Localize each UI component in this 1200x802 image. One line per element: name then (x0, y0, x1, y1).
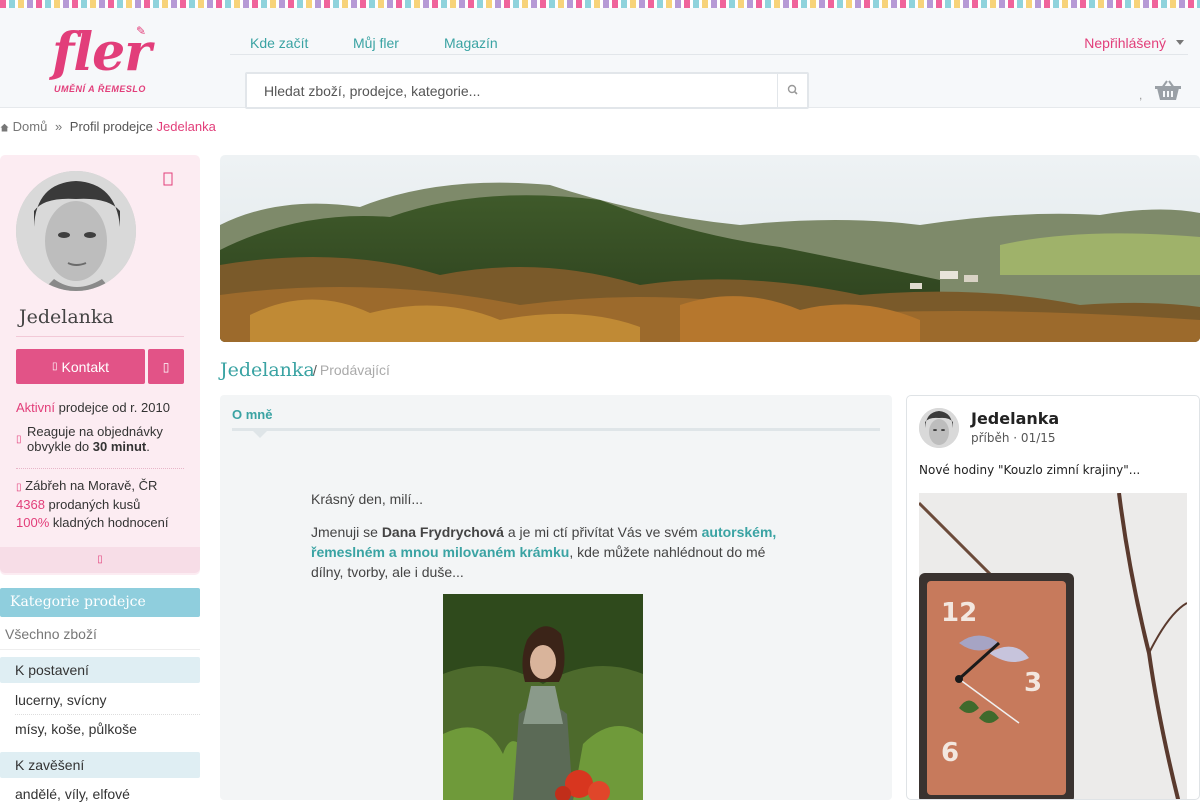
clock-icon: ▯ (16, 434, 22, 445)
about-intro-text: a je mi ctí přivítat Vás ve svém (503, 524, 702, 540)
basket-icon[interactable] (1154, 80, 1182, 102)
story-author: Jedelanka (971, 409, 1060, 428)
sold-label: prodaných kusů (44, 497, 141, 512)
about-photo (443, 594, 643, 800)
svg-text:3: 3 (1024, 668, 1042, 698)
search-button[interactable] (777, 74, 807, 107)
breadcrumb-prefix: Profil prodejce (69, 119, 153, 134)
categories-title: Kategorie prodejce (0, 588, 200, 617)
site-header: fler ✎ UMĚNÍ A ŘEMESLO Kde začít Můj fle… (0, 8, 1200, 109)
rating-label: kladných hodnocení (49, 515, 169, 530)
response-time: 30 minut (92, 439, 147, 454)
svg-text:6: 6 (941, 738, 959, 768)
map-pin-icon: ▯ (16, 482, 22, 493)
about-text: Krásný den, milí... Jmenuji se Dana Fryd… (311, 489, 791, 595)
category-group-k-zaveseni[interactable]: K zavěšení (0, 752, 200, 778)
fler-logo[interactable]: fler ✎ UMĚNÍ A ŘEMESLO (52, 22, 174, 102)
home-icon (0, 123, 9, 132)
envelope-icon: ▯ (52, 361, 58, 372)
about-intro: Jmenuji se Dana Frydrychová a je mi ctí … (311, 522, 791, 582)
profile-role-label: Prodávající (319, 362, 390, 378)
search-icon (787, 84, 798, 95)
story-card[interactable]: Jedelanka příběh · 01/15 Nové hodiny "Ko… (906, 395, 1200, 800)
category-item-misy[interactable]: mísy, koše, půlkoše (15, 721, 137, 737)
profile-role: / Prodávající (313, 362, 390, 378)
cart-count: , (1139, 88, 1143, 102)
seller-card: Jedelanka ▯ Kontakt ▯ Aktivní prodejce o… (0, 155, 200, 575)
status-since: prodejce od r. 2010 (55, 400, 170, 415)
about-tab-rule (232, 428, 880, 431)
about-tab-pointer (253, 431, 267, 438)
svg-text:12: 12 (941, 598, 977, 628)
sold-count: 4368 prodaných kusů (16, 497, 140, 512)
breadcrumb-home[interactable]: Domů (13, 119, 48, 134)
story-meta: příběh · 01/15 (971, 431, 1056, 445)
breadcrumb: Domů » Profil prodejce Jedelanka (0, 119, 216, 134)
category-group-k-postaveni[interactable]: K postavení (0, 657, 200, 683)
location-text: Zábřeh na Moravě, ČR (25, 478, 158, 493)
info-divider (16, 468, 184, 469)
rating-info: 100% kladných hodnocení (16, 515, 169, 530)
seller-location: ▯ Zábřeh na Moravě, ČR (16, 478, 157, 495)
story-caption: Nové hodiny "Kouzlo zimní krajiny"... (919, 463, 1141, 477)
about-author-name: Dana Frydrychová (381, 524, 504, 540)
about-greeting: Krásný den, milí... (311, 491, 424, 507)
seller-card-expand[interactable]: ▯ (0, 547, 200, 573)
rating-percent: 100% (16, 515, 50, 530)
category-divider (15, 714, 200, 715)
category-item-lucerny[interactable]: lucerny, svícny (15, 692, 107, 708)
category-divider (0, 649, 200, 650)
name-divider (16, 336, 184, 337)
contact-button[interactable]: ▯ Kontakt (16, 349, 145, 384)
search-box (245, 72, 809, 109)
response-info: ▯ Reaguje na objednávky obvykle do 30 mi… (16, 424, 163, 454)
contact-label: Kontakt (61, 358, 109, 375)
nav-magazin[interactable]: Magazín (444, 35, 498, 51)
profile-name: Jedelanka (220, 359, 315, 381)
logo-bird-icon: ✎ (136, 24, 147, 38)
share-button[interactable]: ▯ (148, 349, 184, 384)
seller-status: Aktivní prodejce od r. 2010 (16, 400, 170, 415)
about-section: O mně Krásný den, milí... Jmenuji se Dan… (220, 395, 892, 800)
login-dropdown[interactable]: Nepřihlášený (1084, 35, 1166, 51)
status-active: Aktivní (16, 400, 56, 415)
story-image: 12 3 6 (919, 493, 1187, 799)
profile-banner-image (220, 155, 1200, 342)
nav-muj-fler[interactable]: Můj fler (353, 35, 399, 51)
share-icon: ▯ (162, 359, 170, 374)
about-intro-text: Jmenuji se (311, 524, 382, 540)
seller-name: Jedelanka (19, 306, 114, 328)
seller-avatar (16, 171, 136, 291)
sold-number: 4368 (16, 497, 45, 512)
top-stripe (0, 0, 1200, 8)
search-input[interactable] (247, 74, 777, 107)
main-nav: Kde začít Můj fler Magazín Nepřihlášený (230, 16, 1188, 55)
heart-icon[interactable] (163, 172, 173, 186)
nav-kde-zacit[interactable]: Kde začít (250, 35, 308, 51)
story-avatar (919, 408, 959, 448)
about-heading[interactable]: O mně (232, 407, 272, 422)
logo-tagline: UMĚNÍ A ŘEMESLO (54, 84, 146, 94)
breadcrumb-current[interactable]: Jedelanka (157, 119, 216, 134)
chevron-down-icon[interactable] (1176, 40, 1184, 45)
breadcrumb-separator: » (54, 119, 63, 134)
category-all[interactable]: Všechno zboží (5, 626, 97, 642)
